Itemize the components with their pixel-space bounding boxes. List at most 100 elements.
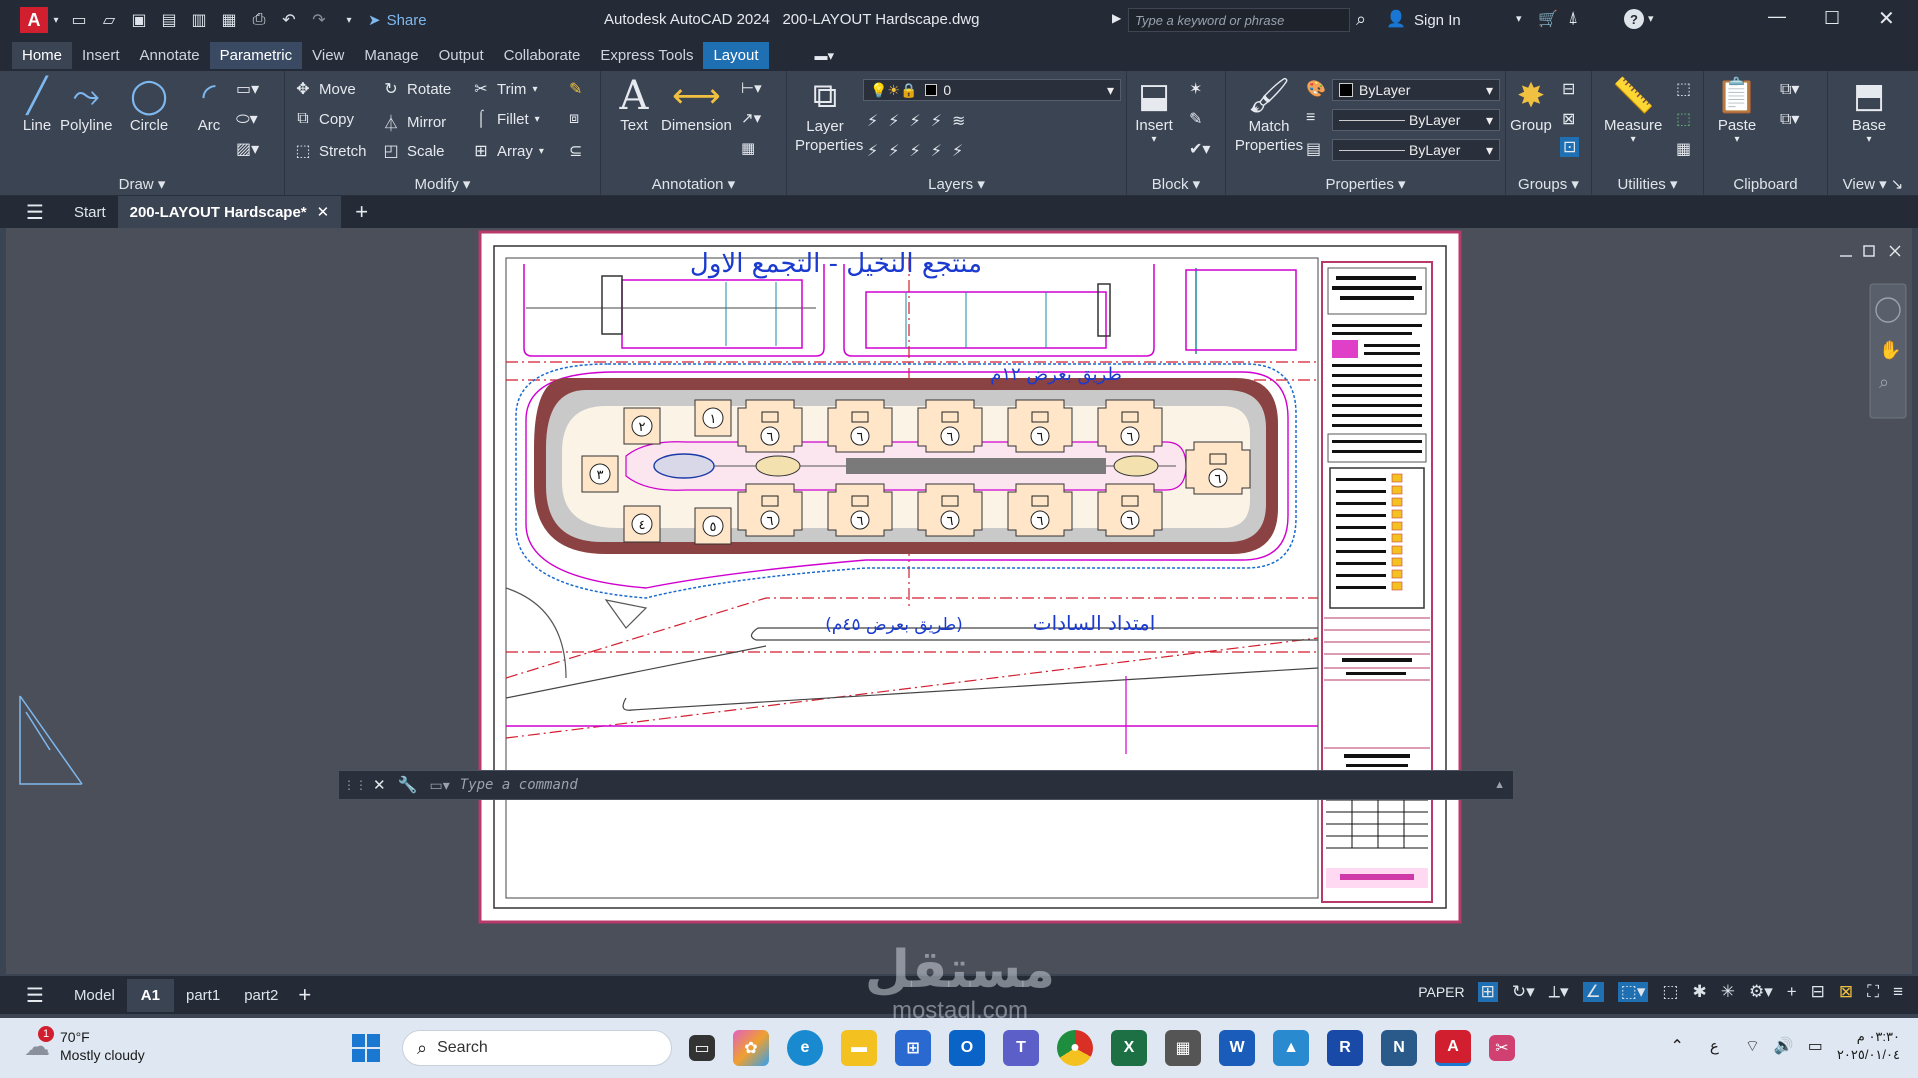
mirror-button[interactable]: ⏃ Mirror [381, 110, 446, 134]
color-wheel-icon[interactable]: 🎨 [1306, 79, 1326, 99]
copilot-icon[interactable]: ✿ [733, 1030, 769, 1066]
command-history-icon[interactable]: ▭▾ [430, 777, 450, 794]
scale-button[interactable]: ◰ Scale [381, 141, 444, 161]
sign-in-button[interactable]: Sign In [1414, 12, 1461, 29]
ribbon-minimize-icon[interactable]: ▬▾ [815, 48, 835, 64]
linear-dim-icon[interactable]: ⊢▾ [741, 79, 762, 97]
properties-panel-label[interactable]: Properties ▾ [1226, 175, 1505, 193]
close-tab-icon[interactable]: ✕ [317, 203, 330, 221]
microsoft-store-icon[interactable]: ⊞ [895, 1030, 931, 1066]
edit-block-icon[interactable]: ✎ [1189, 109, 1202, 129]
user-icon[interactable]: 👤 [1386, 9, 1406, 29]
print-icon[interactable]: ⎙ [247, 8, 271, 32]
clipboard-panel-label[interactable]: Clipboard [1704, 176, 1827, 193]
quick-properties-icon[interactable]: ⊠ [1839, 982, 1853, 1002]
clean-screen-icon[interactable]: ⛶ [1867, 982, 1879, 1002]
save-as-icon[interactable]: ▤ [157, 8, 181, 32]
tab-manage[interactable]: Manage [354, 42, 428, 69]
tab-layout[interactable]: Layout [703, 42, 769, 69]
calculator-icon[interactable]: ▦ [1676, 139, 1691, 159]
tray-expand-icon[interactable]: ⌃ [1670, 1036, 1683, 1056]
tab-express-tools[interactable]: Express Tools [590, 42, 703, 69]
arc-button[interactable]: ◜ Arc [188, 75, 230, 134]
layers-panel-label[interactable]: Layers ▾ [787, 175, 1126, 193]
group-select-icon[interactable]: ⊡ [1560, 137, 1580, 157]
copy-button[interactable]: ⧉ Copy [293, 110, 354, 128]
share-button[interactable]: ➤ Share [368, 11, 427, 30]
view-panel-label[interactable]: View ▾ ↘ [1828, 175, 1918, 193]
rectangle-icon[interactable]: ▭▾ [236, 79, 259, 99]
cut-icon[interactable]: ⧉▾ [1780, 79, 1799, 99]
tab-parametric[interactable]: Parametric [209, 42, 303, 69]
paper-space-toggle[interactable]: PAPER [1418, 984, 1464, 1000]
lineweight-dropdown[interactable]: ByLayer ▾ [1332, 139, 1500, 161]
clock[interactable]: ٠٣:٣٠ م ٢٠٢٥/٠١/٠٤ [1837, 1028, 1900, 1064]
app-menu-chevron-icon[interactable]: ▾ [51, 8, 61, 32]
export-icon[interactable]: ▥ [187, 8, 211, 32]
rotate-button[interactable]: ↻ Rotate [381, 79, 451, 99]
navigation-bar[interactable]: ✋ ⌕ [1869, 283, 1907, 419]
leader-icon[interactable]: ↗▾ [741, 109, 761, 127]
match-properties-button[interactable]: 🖌 Match Properties [1234, 75, 1304, 155]
close-button[interactable]: ✕ [1878, 6, 1895, 31]
fillet-button[interactable]: ⌠ Fillet ▾ [471, 110, 540, 128]
select-all-icon[interactable]: ⬚ [1676, 109, 1691, 129]
command-grip-icon[interactable]: ⋮⋮ [343, 778, 367, 792]
ucs-icon[interactable] [19, 695, 83, 785]
color-dropdown[interactable]: ByLayer ▾ [1332, 79, 1500, 101]
polyline-button[interactable]: ⤳ Polyline [60, 75, 113, 135]
navisworks-icon[interactable]: N [1381, 1030, 1417, 1066]
utilities-panel-label[interactable]: Utilities ▾ [1592, 175, 1703, 193]
layer-tools-row-2[interactable]: ⚡⚡⚡⚡⚡ [867, 141, 973, 161]
tab-output[interactable]: Output [429, 42, 494, 69]
minimize-button[interactable]: — [1768, 6, 1786, 27]
annotation-monitor-icon[interactable]: + [1787, 982, 1797, 1002]
new-file-icon[interactable]: ▭ [67, 8, 91, 32]
snipping-tool-icon[interactable]: ✂ [1489, 1035, 1515, 1061]
account-chevron-icon[interactable]: ▾ [1516, 12, 1522, 25]
edge-icon[interactable]: e [787, 1030, 823, 1066]
volume-icon[interactable]: 🔊 [1774, 1036, 1794, 1056]
line-button[interactable]: ╱ Line [16, 75, 58, 134]
tab-collaborate[interactable]: Collaborate [494, 42, 591, 69]
units-icon[interactable]: ⊟ [1811, 982, 1825, 1002]
tab-home[interactable]: Home [12, 42, 73, 69]
a1-layout-tab[interactable]: A1 [126, 978, 174, 1012]
chrome-icon[interactable]: ● [1057, 1030, 1093, 1066]
groups-panel-label[interactable]: Groups ▾ [1506, 175, 1591, 193]
help-icon[interactable]: ? [1624, 9, 1644, 29]
hatch-icon[interactable]: ▨▾ [236, 139, 259, 159]
battery-icon[interactable]: ▭ [1808, 1036, 1823, 1056]
group-edit-icon[interactable]: ⊠ [1562, 109, 1575, 129]
file-explorer-icon[interactable]: ▬ [841, 1030, 877, 1066]
redo-icon[interactable]: ↷ [307, 8, 331, 32]
layout-menu-icon[interactable]: ☰ [26, 983, 44, 1008]
array-button[interactable]: ⊞ Array ▾ [471, 141, 544, 161]
selection-cycling-icon[interactable]: ⬚ [1662, 982, 1678, 1002]
tab-annotate[interactable]: Annotate [130, 42, 210, 69]
command-input[interactable]: Type a command [460, 777, 1494, 793]
viewport-controls[interactable] [1840, 245, 1901, 257]
dimension-button[interactable]: ⟷ Dimension [661, 75, 732, 134]
linetype-dropdown[interactable]: ByLayer ▾ [1332, 109, 1500, 131]
start-tab[interactable]: Start [62, 196, 118, 228]
language-indicator[interactable]: ع [1710, 1037, 1719, 1055]
trim-button[interactable]: ✂ Trim ▾ [471, 79, 537, 99]
table-icon[interactable]: ▦ [741, 139, 755, 157]
block-attributes-icon[interactable]: ✔▾ [1189, 139, 1210, 159]
block-panel-label[interactable]: Block ▾ [1127, 175, 1225, 193]
offset-icon[interactable]: ⊆ [569, 141, 582, 161]
command-close-icon[interactable]: ✕ [373, 776, 386, 794]
tab-view[interactable]: View [302, 42, 354, 69]
stretch-button[interactable]: ⬚ Stretch [293, 141, 366, 161]
paste-button[interactable]: 📋 Paste ▾ [1716, 75, 1758, 145]
erase-icon[interactable]: ✎ [569, 79, 582, 99]
command-expand-icon[interactable]: ▲ [1494, 779, 1505, 791]
hamburger-menu-icon[interactable]: ☰ [26, 200, 44, 225]
revit-icon[interactable]: R [1327, 1030, 1363, 1066]
transparency-icon[interactable]: ▤ [1306, 139, 1321, 159]
command-customize-icon[interactable]: 🔧 [398, 775, 418, 795]
taskbar-search-box[interactable]: ⌕ Search [402, 1030, 672, 1066]
add-layout-icon[interactable]: + [298, 982, 311, 1008]
outlook-icon[interactable]: O [949, 1030, 985, 1066]
